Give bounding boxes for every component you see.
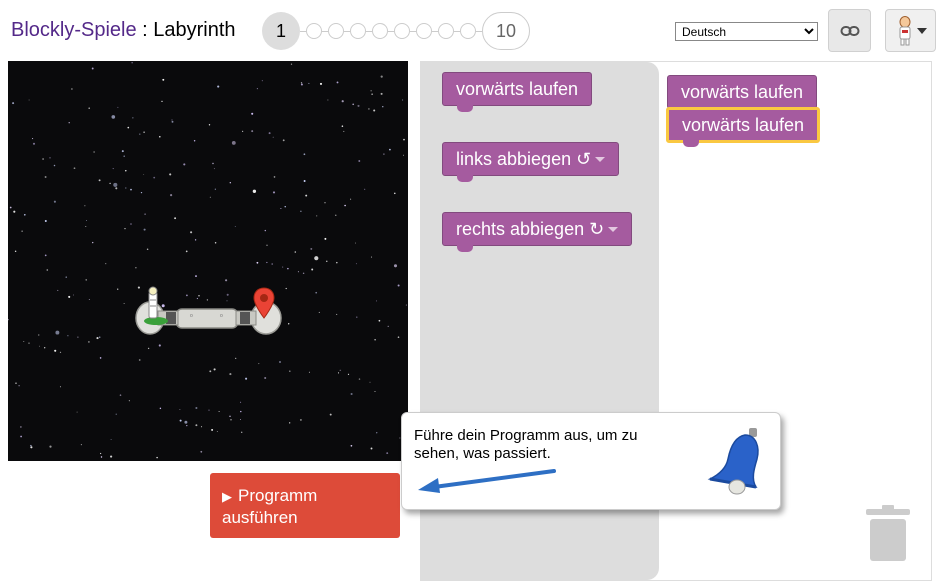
chevron-down-icon xyxy=(916,27,927,34)
run-button-label: Programm ausführen xyxy=(222,486,318,527)
run-program-button[interactable]: ▶ Programm ausführen xyxy=(210,473,400,538)
block-label: vorwärts laufen xyxy=(456,78,579,99)
title-separator: : xyxy=(136,19,154,41)
trash-icon[interactable] xyxy=(866,505,910,563)
language-select[interactable]: Deutsch xyxy=(675,22,818,41)
svg-text:o: o xyxy=(190,313,193,319)
workspace-block-move-forward-selected[interactable]: vorwärts laufen xyxy=(666,107,821,147)
level-current[interactable]: 1 xyxy=(262,12,300,50)
level-dot[interactable] xyxy=(394,23,410,39)
hint-bubble: Führe dein Programm aus, um zu sehen, wa… xyxy=(401,412,781,510)
chevron-down-icon[interactable] xyxy=(595,156,606,162)
level-last[interactable]: 10 xyxy=(482,12,530,50)
bell-icon xyxy=(707,428,759,495)
maze-display: o o xyxy=(8,61,408,461)
hint-text: Führe dein Programm aus, um zu sehen, wa… xyxy=(414,427,638,462)
level-dot[interactable] xyxy=(438,23,454,39)
link-icon xyxy=(840,25,859,36)
pegman-icon xyxy=(899,15,910,45)
toolbox-block-turn-right[interactable]: rechts abbiegen ↻ xyxy=(442,212,633,252)
page-title: Blockly-Spiele : Labyrinth xyxy=(11,19,236,42)
pegman-icon xyxy=(144,286,168,325)
level-dot[interactable] xyxy=(372,23,388,39)
app: Blockly-Spiele : Labyrinth 1 10 Deutsch xyxy=(0,0,945,588)
block-label: links abbiegen ↺ xyxy=(456,148,592,169)
level-dot[interactable] xyxy=(306,23,322,39)
workspace-block-move-forward[interactable]: vorwärts laufen xyxy=(667,75,818,109)
toolbox-block-turn-left[interactable]: links abbiegen ↺ xyxy=(442,142,620,182)
block-label: vorwärts laufen xyxy=(681,81,804,102)
level-dot[interactable] xyxy=(328,23,344,39)
block-label: rechts abbiegen ↻ xyxy=(456,218,605,239)
link-button[interactable] xyxy=(828,9,871,52)
level-dot[interactable] xyxy=(460,23,476,39)
level-dot[interactable] xyxy=(416,23,432,39)
brand-link[interactable]: Blockly-Spiele xyxy=(11,19,137,41)
play-icon: ▶ xyxy=(222,489,232,504)
level-selector: 1 10 xyxy=(262,12,530,50)
chevron-down-icon[interactable] xyxy=(608,226,619,232)
toolbox-block-move-forward[interactable]: vorwärts laufen xyxy=(442,72,593,112)
map-pin-icon xyxy=(253,287,275,319)
maze-track: o o xyxy=(135,301,282,335)
svg-text:o: o xyxy=(220,313,223,319)
game-title: Labyrinth xyxy=(153,19,236,41)
level-dot[interactable] xyxy=(350,23,366,39)
arrow-icon xyxy=(418,469,556,493)
pegman-button[interactable] xyxy=(885,9,936,52)
block-label: vorwärts laufen xyxy=(682,114,805,135)
